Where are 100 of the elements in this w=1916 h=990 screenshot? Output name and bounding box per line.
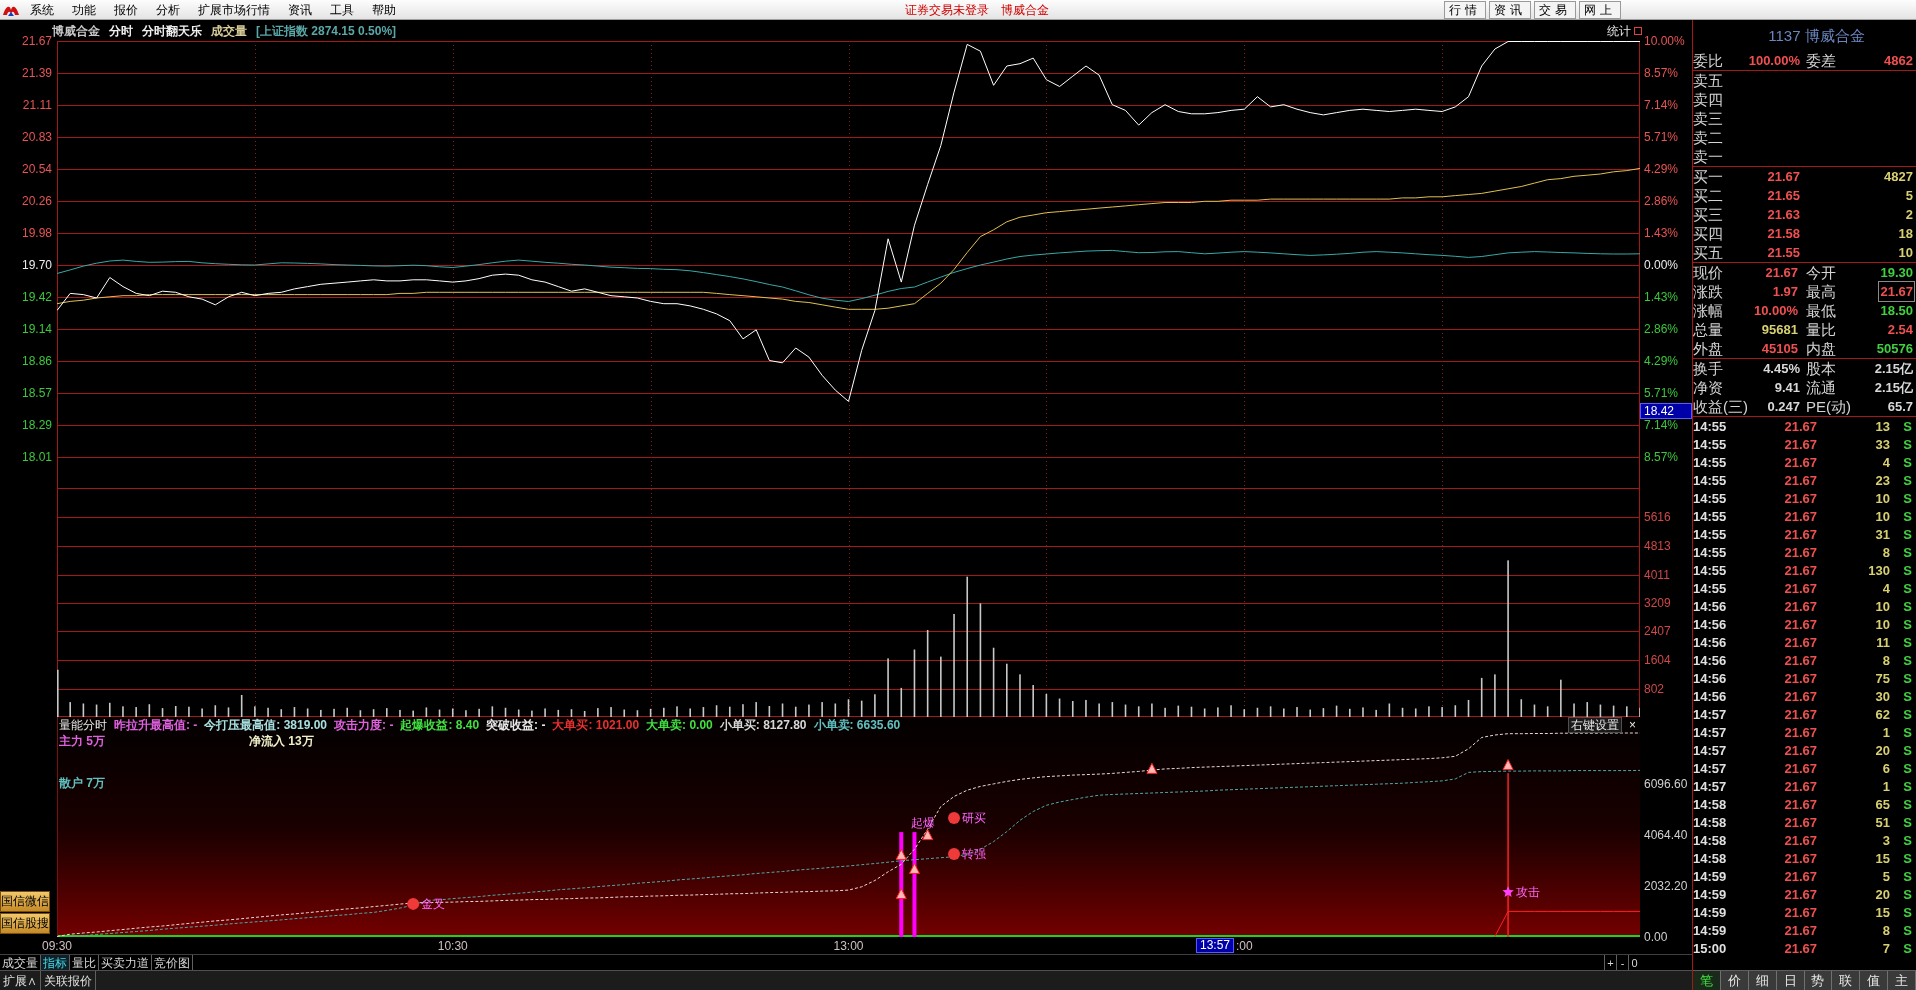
signal-label: 转强 <box>962 847 987 860</box>
indicator-legend-text: 突破收益: - <box>486 718 546 732</box>
chart-tab[interactable]: 量比 <box>70 955 99 970</box>
percent-axis-label: 5.71% <box>1644 385 1679 400</box>
trade-time: 14:55 <box>1693 471 1728 490</box>
trade-volume: 11 <box>1875 633 1890 652</box>
time-axis-label: 09:30 <box>42 939 72 953</box>
trade-volume: 23 <box>1874 471 1890 490</box>
price-axis-label: 19.98 <box>21 226 52 241</box>
side-button[interactable]: 国信股搜 <box>0 913 50 934</box>
price-axis-label: 19.42 <box>21 289 52 304</box>
toolbar-button[interactable]: 资讯 <box>1489 0 1531 19</box>
menu-item[interactable]: 帮助 <box>363 0 405 19</box>
percent-axis-label: 4.29% <box>1644 354 1679 369</box>
trade-volume: 8 <box>1881 651 1890 670</box>
menu-item[interactable]: 报价 <box>105 0 147 19</box>
menu-item[interactable]: 扩展市场行情 <box>189 0 279 19</box>
toolbar-button[interactable]: 网上 <box>1579 0 1621 19</box>
trade-side: S <box>1902 651 1913 670</box>
menu-item[interactable]: 功能 <box>63 0 105 19</box>
indicator-legend-text: 昨拉升最高值: - <box>114 718 198 732</box>
bid-label: 买四 <box>1693 224 1724 243</box>
trade-price: 21.67 <box>1783 597 1817 616</box>
trade-price: 21.67 <box>1783 759 1817 778</box>
trade-time: 14:56 <box>1693 669 1728 688</box>
chart-tab[interactable]: 指标 <box>41 955 70 970</box>
menu-item[interactable]: 资讯 <box>279 0 321 19</box>
ask-label: 卖二 <box>1693 128 1723 147</box>
trade-time: 14:57 <box>1693 723 1728 742</box>
volume-axis-label: 4813 <box>1644 539 1671 553</box>
quote-tab[interactable]: 笔 <box>1693 971 1721 990</box>
bid-label: 买三 <box>1693 205 1724 224</box>
quote-tab[interactable]: 细 <box>1748 971 1777 990</box>
trade-price: 21.67 <box>1783 525 1817 544</box>
indicator-axis-label: 0.00 <box>1644 930 1668 944</box>
trade-volume: 13 <box>1874 417 1890 436</box>
quote-value: 100.00% <box>1747 52 1800 70</box>
quote-value: 2.15亿 <box>1873 360 1914 378</box>
flow-label: 主力 5万 <box>59 734 106 748</box>
menu-item[interactable]: 系统 <box>21 0 63 19</box>
quote-label: 今开 <box>1806 263 1837 282</box>
signal-label: 金叉 <box>421 897 446 910</box>
signal-label: 攻击 <box>1516 886 1541 899</box>
trade-volume: 10 <box>1874 507 1890 526</box>
indicator-legend-text: 起爆收益: 8.40 <box>400 718 480 732</box>
bid-label: 买二 <box>1693 186 1724 205</box>
flow-label: 净流入 13万 <box>249 734 315 748</box>
quote-tab[interactable]: 主 <box>1888 971 1916 990</box>
trade-volume: 3 <box>1881 831 1890 850</box>
trade-time: 14:55 <box>1693 453 1728 472</box>
chart-tab[interactable]: 竞价图 <box>152 955 193 970</box>
quote-tab[interactable]: 日 <box>1776 971 1805 990</box>
price-axis-label: 18.01 <box>21 450 52 465</box>
trade-time: 14:55 <box>1693 417 1728 436</box>
trade-price: 21.67 <box>1783 471 1817 490</box>
chart-tab[interactable]: 成交量 <box>0 955 41 970</box>
chart-tab[interactable]: 买卖力道 <box>99 955 152 970</box>
bottom-tab[interactable]: 关联报价 <box>41 971 96 990</box>
trade-volume: 20 <box>1874 741 1890 760</box>
toolbar-button[interactable]: 交易 <box>1534 0 1576 19</box>
stats-button[interactable]: 统计 <box>1607 22 1631 39</box>
trade-price: 21.67 <box>1783 741 1817 760</box>
trade-volume: 62 <box>1874 705 1890 724</box>
quote-tab[interactable]: 值 <box>1860 971 1889 990</box>
percent-axis-label: 1.43% <box>1644 225 1679 240</box>
trade-price: 21.67 <box>1783 489 1817 508</box>
bid-volume: 10 <box>1897 244 1914 262</box>
menu-item[interactable]: 分析 <box>147 0 189 19</box>
trade-price: 21.67 <box>1783 903 1817 922</box>
toolbar-button[interactable]: 行情 <box>1444 0 1486 19</box>
indicator-legend-text: 攻击力度: - <box>334 718 394 732</box>
trade-price: 21.67 <box>1783 921 1817 940</box>
quote-tab[interactable]: 价 <box>1720 971 1749 990</box>
indicator-legend-text: 今打压最高值: 3819.00 <box>204 718 328 732</box>
signal-label: 起爆 <box>911 816 936 829</box>
trade-volume: 10 <box>1874 615 1890 634</box>
side-button[interactable]: 国信微信 <box>0 891 50 912</box>
trade-side: S <box>1902 795 1913 814</box>
quote-label: 量比 <box>1806 320 1837 339</box>
bottom-tab[interactable]: 扩展∧ <box>0 971 41 990</box>
quote-tab[interactable]: 势 <box>1804 971 1833 990</box>
quote-value: 2.15亿 <box>1873 379 1914 397</box>
quote-value: 10.00% <box>1752 302 1799 320</box>
price-axis-label: 21.11 <box>22 97 52 112</box>
percent-axis-label: 2.86% <box>1644 193 1679 208</box>
trade-time: 14:55 <box>1693 525 1728 544</box>
percent-axis-label: 10.00% <box>1644 34 1685 48</box>
settings-button[interactable]: 右键设置 <box>1568 717 1622 733</box>
square-icon[interactable] <box>1634 26 1642 35</box>
quote-value: 4862 <box>1883 52 1914 70</box>
trade-time: 14:56 <box>1693 597 1728 616</box>
quote-tab[interactable]: 联 <box>1832 971 1861 990</box>
bid-volume: 2 <box>1904 206 1914 224</box>
menu-item[interactable]: 工具 <box>321 0 363 19</box>
bid-volume: 4827 <box>1883 168 1914 186</box>
trade-price: 21.67 <box>1783 777 1817 796</box>
trade-price: 21.67 <box>1783 813 1817 832</box>
trade-volume: 51 <box>1874 813 1890 832</box>
percent-axis-label: 8.57% <box>1644 66 1679 81</box>
close-button[interactable]: × <box>1629 718 1636 732</box>
